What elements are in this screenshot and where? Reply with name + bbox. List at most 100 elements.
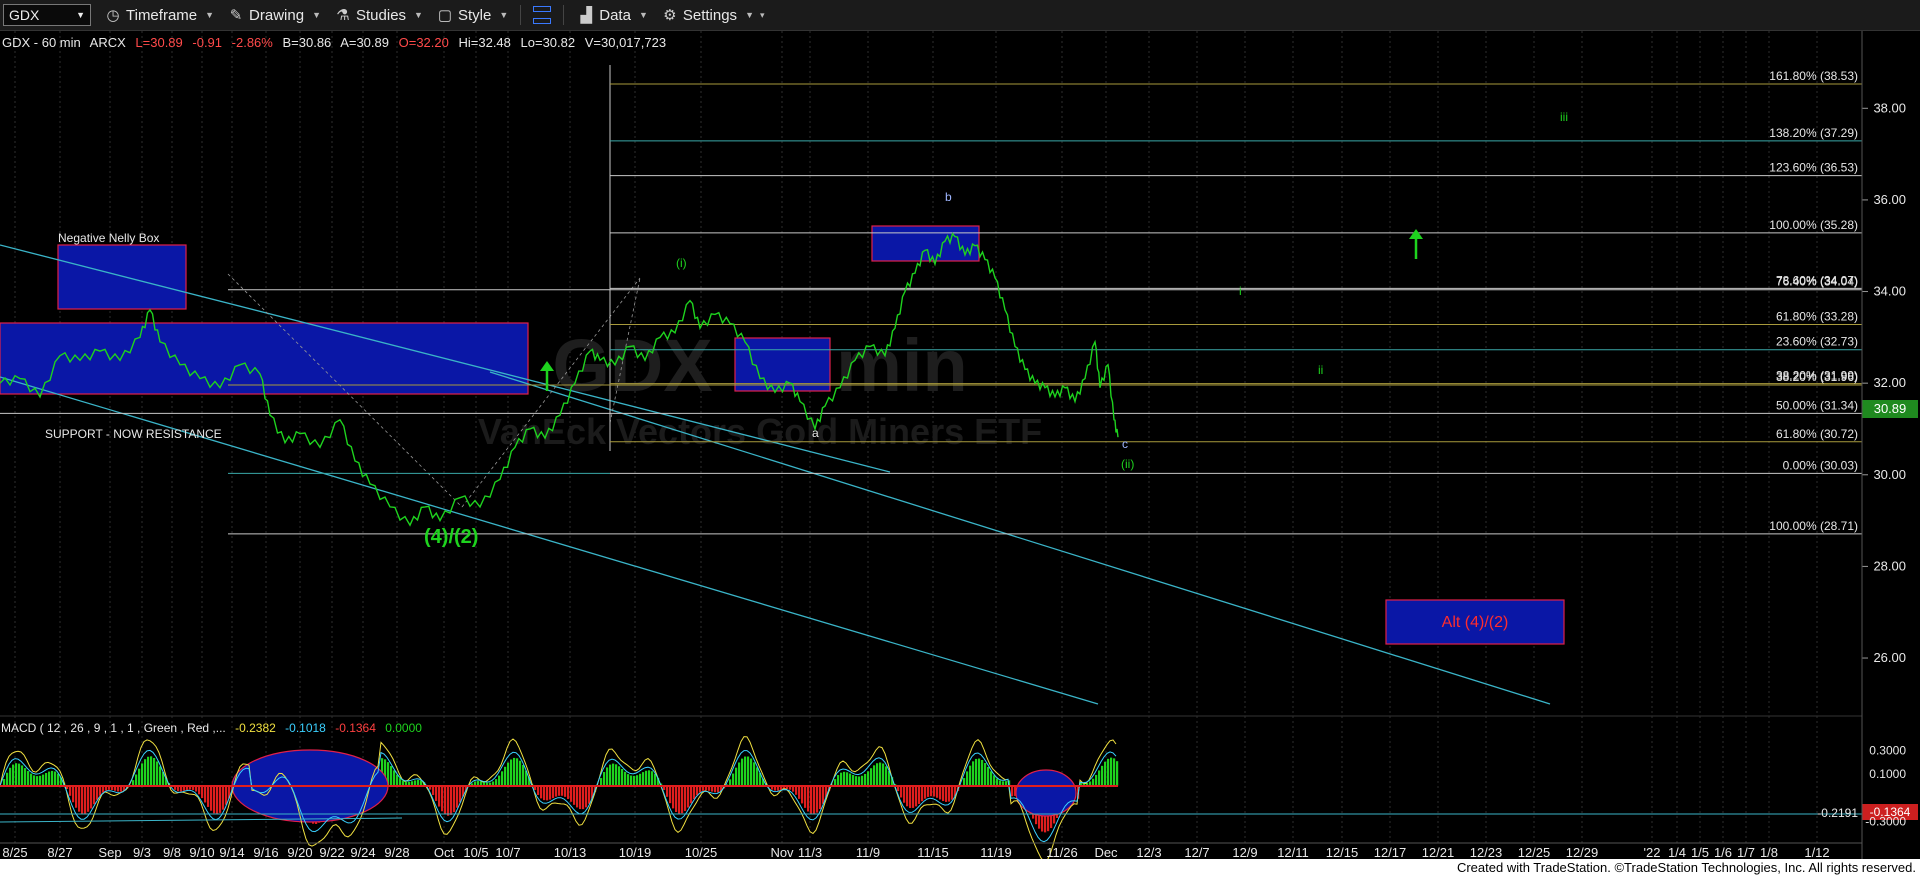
macd-histogram-bar	[885, 766, 888, 786]
date-tick-label: 10/19	[619, 845, 652, 859]
date-tick-label: 12/29	[1566, 845, 1599, 859]
timeframe-menu[interactable]: ◷ Timeframe ▼	[105, 6, 214, 25]
wave-a-label: a	[812, 426, 819, 440]
date-tick-label: 9/8	[163, 845, 181, 859]
macd-histogram-bar	[648, 770, 651, 786]
macd-tick-label: 0.3000	[1869, 743, 1906, 757]
macd-histogram-bar	[984, 763, 987, 786]
macd-panel	[3, 756, 1119, 833]
macd-histogram-bar	[627, 774, 630, 786]
drawing-menu[interactable]: ✎ Drawing ▼	[228, 6, 321, 25]
macd-histogram-bar	[654, 773, 657, 786]
macd-histogram-bar	[207, 786, 210, 807]
macd-histogram-bar	[201, 786, 204, 799]
macd-histogram-bar	[810, 786, 813, 814]
macd-histogram-bar	[816, 786, 819, 813]
chevron-down-icon: ▼	[499, 10, 509, 20]
macd-histogram-bar	[861, 775, 864, 786]
exchange: ARCX	[90, 35, 126, 50]
macd-histogram-bar	[639, 773, 642, 786]
settings-menu[interactable]: ⚙ Settings ▼ ▾	[662, 6, 764, 25]
net-change: -0.91	[192, 35, 222, 50]
macd-histogram-bar	[990, 771, 993, 786]
wave-c-label: c	[1122, 437, 1128, 451]
date-tick-label: 12/25	[1518, 845, 1551, 859]
macd-histogram-bar	[150, 756, 153, 786]
macd-histogram-bar	[27, 771, 30, 786]
date-tick-label: 10/25	[685, 845, 718, 859]
macd-histogram-bar	[864, 773, 867, 786]
macd-histogram-bar	[51, 770, 54, 786]
date-tick-label: 11/3	[798, 845, 822, 859]
macd-histogram-bar	[30, 773, 33, 786]
fib-level-label: 100.00% (28.71)	[1769, 519, 1858, 533]
toolbar-divider	[520, 5, 522, 25]
macd-histogram-bar	[684, 786, 687, 812]
macd-histogram-bar	[813, 786, 816, 815]
high-price: Hi=32.48	[458, 35, 510, 50]
macd-histogram-bar	[540, 786, 543, 799]
macd-histogram-bar	[858, 776, 861, 786]
date-tick-label: 12/3	[1136, 845, 1161, 859]
macd-histogram-bar	[696, 786, 699, 796]
symbol-selector[interactable]: GDX ▼	[3, 4, 91, 26]
macd-histogram-bar	[558, 786, 561, 796]
macd-histogram-bar	[510, 759, 513, 786]
price-tick-label: 28.00	[1873, 558, 1906, 573]
macd-histogram-bar	[543, 786, 546, 801]
macd-histogram-bar	[6, 772, 9, 786]
macd-legend-name: MACD ( 12 , 26 , 9 , 1 , 1 , Green , Red…	[1, 721, 226, 735]
macd-histogram-bar	[747, 756, 750, 786]
alt-4-2-label: Alt (4)/(2)	[1442, 614, 1509, 631]
fib-level-label: 78.60% (34.07)	[1776, 273, 1858, 287]
last-price-badge-label: 30.89	[1874, 401, 1907, 416]
data-menu[interactable]: ▟ Data ▼	[578, 6, 647, 25]
chart-canvas[interactable]: GDX - 60 min ARCX L=30.89 -0.91 -2.86% B…	[0, 31, 1920, 859]
studies-menu[interactable]: ⚗ Studies ▼	[335, 6, 423, 25]
macd-histogram-bar	[987, 766, 990, 786]
price-tick-label: 26.00	[1873, 650, 1906, 665]
negative-nelly-label: Negative Nelly Box	[58, 231, 159, 245]
fib-level-label: 50.00% (31.34)	[1776, 398, 1858, 412]
fib-level-label: 123.60% (36.53)	[1769, 161, 1858, 175]
date-axis: 8/25 8/27 Sep 9/3 9/8 9/10 9/14 9/16 9/20 9/22 9/2…	[2, 845, 1829, 859]
macd-histogram-bar	[495, 779, 498, 786]
macd-histogram-bar	[906, 786, 909, 807]
fib-level-label: 100.00% (35.28)	[1769, 218, 1858, 232]
chevron-down-icon: ▼	[745, 10, 754, 20]
macd-histogram-bar	[549, 786, 552, 800]
layout-icon[interactable]	[533, 6, 552, 24]
last-price: L=30.89	[135, 35, 182, 50]
macd-histogram-bar	[588, 786, 591, 804]
support-label: SUPPORT - NOW RESISTANCE	[45, 427, 222, 441]
macd-histogram-bar	[396, 774, 399, 786]
pct-change: -2.86%	[232, 35, 274, 50]
macd-legend: MACD ( 12 , 26 , 9 , 1 , 1 , Green , Red…	[1, 721, 422, 735]
macd-histogram-bar	[147, 756, 150, 786]
macd-histogram-bar	[738, 762, 741, 786]
macd-histogram-bar	[933, 786, 936, 797]
watermark-name: VanEck Vectors Gold Miners ETF	[478, 411, 1042, 452]
macd-histogram-bar	[156, 761, 159, 786]
macd-histogram-bar	[963, 778, 966, 786]
macd-histogram-bar	[612, 763, 615, 786]
macd-histogram-bar	[996, 778, 999, 786]
macd-histogram-bar	[942, 786, 945, 802]
macd-histogram-bar	[570, 786, 573, 802]
macd-histogram-bar	[1095, 774, 1098, 786]
macd-histogram-bar	[975, 758, 978, 786]
macd-level-label: -0.2191	[1817, 806, 1858, 820]
ask-price: A=30.89	[340, 35, 389, 50]
low-price: Lo=30.82	[521, 35, 576, 50]
macd-histogram-bar	[876, 763, 879, 786]
fib-level-label: 61.80% (33.28)	[1776, 310, 1858, 324]
macd-histogram-bar	[15, 763, 18, 786]
macd-histogram-bar	[513, 757, 516, 786]
macd-lines	[0, 736, 1118, 859]
macd-histogram-bar	[687, 786, 690, 808]
macd-histogram-bar	[546, 786, 549, 801]
volume: V=30,017,723	[585, 35, 666, 50]
open-price: O=32.20	[399, 35, 449, 50]
style-menu[interactable]: ▢ Style ▼	[437, 6, 509, 25]
macd-histogram-bar	[537, 786, 540, 795]
